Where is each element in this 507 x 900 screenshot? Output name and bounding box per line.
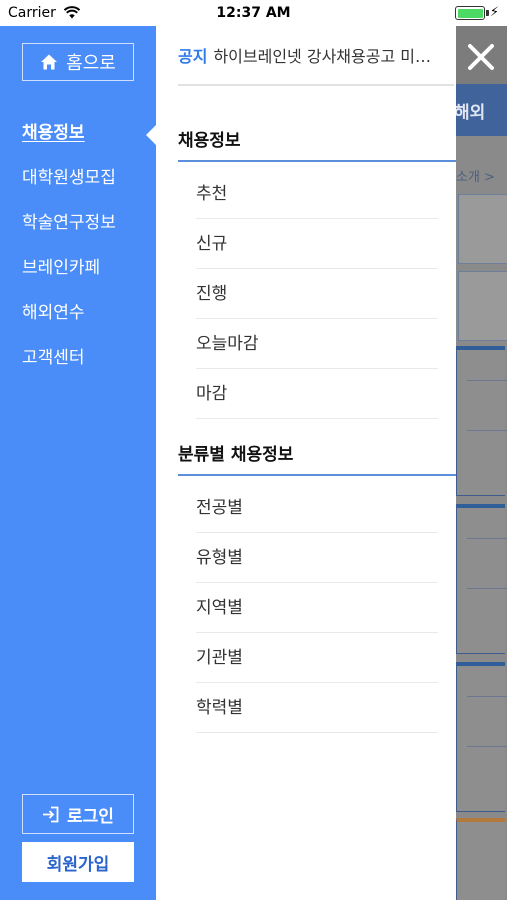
active-item-pointer xyxy=(146,125,156,145)
home-button[interactable]: 홈으로 xyxy=(22,43,134,81)
battery-level xyxy=(457,8,483,18)
recruit-menu: 추천 신규 진행 오늘마감 마감 xyxy=(196,169,438,419)
home-button-label: 홈으로 xyxy=(66,53,116,74)
background-card xyxy=(458,194,507,264)
menu-item-by-type[interactable]: 유형별 xyxy=(196,533,438,583)
background-intro-link: 소개 > xyxy=(456,170,495,185)
background-card xyxy=(458,271,507,341)
battery-icon xyxy=(455,6,485,20)
menu-item-recommended[interactable]: 추천 xyxy=(196,169,438,219)
background-panel xyxy=(456,346,507,496)
battery-tip xyxy=(486,10,489,16)
login-button-label: 로그인 xyxy=(67,806,114,827)
charging-icon: ⚡ xyxy=(489,5,499,20)
menu-item-by-major[interactable]: 전공별 xyxy=(196,483,438,533)
menu-item-ongoing[interactable]: 진행 xyxy=(196,269,438,319)
menu-item-new[interactable]: 신규 xyxy=(196,219,438,269)
section-divider xyxy=(178,160,456,162)
category-menu: 전공별 유형별 지역별 기관별 학력별 xyxy=(196,483,438,733)
menu-item-by-education[interactable]: 학력별 xyxy=(196,683,438,733)
notice-divider xyxy=(178,84,454,86)
background-nav-text: 해외 xyxy=(456,103,486,123)
sidebar-item-grad-recruit[interactable]: 대학원생모집 xyxy=(22,167,116,212)
background-panel xyxy=(456,818,505,900)
notice-tag: 공지 xyxy=(178,47,208,66)
background-navbar: 해외 xyxy=(456,84,507,136)
sidebar-item-overseas[interactable]: 해외연수 xyxy=(22,302,116,347)
menu-item-closed[interactable]: 마감 xyxy=(196,369,438,419)
status-bar: Carrier 12:37 AM ⚡ xyxy=(0,0,507,26)
background-panel xyxy=(456,662,507,812)
signup-button[interactable]: 회원가입 xyxy=(22,842,134,882)
background-app-overlay[interactable]: 해외 소개 > xyxy=(456,26,507,900)
menu-item-closing-today[interactable]: 오늘마감 xyxy=(196,319,438,369)
sidebar-item-recruit[interactable]: 채용정보 xyxy=(22,122,116,167)
sidebar: 홈으로 채용정보 대학원생모집 학술연구정보 브레인카페 해외연수 고객센터 로… xyxy=(0,26,156,900)
signup-button-label: 회원가입 xyxy=(46,854,110,875)
section-title-recruit: 채용정보 xyxy=(178,131,241,151)
section-title-by-category: 분류별 채용정보 xyxy=(178,445,294,465)
section-divider xyxy=(178,474,456,476)
sidebar-item-research-info[interactable]: 학술연구정보 xyxy=(22,212,116,257)
clock: 12:37 AM xyxy=(216,5,291,21)
background-panel xyxy=(456,504,507,654)
notice-text: 하이브레인넷 강사채용공고 미… xyxy=(213,47,431,66)
sidebar-item-support[interactable]: 고객센터 xyxy=(22,347,116,392)
login-icon xyxy=(43,806,59,822)
close-icon[interactable] xyxy=(466,42,496,72)
menu-panel: 공지 하이브레인넷 강사채용공고 미… 채용정보 추천 신규 진행 오늘마감 마감… xyxy=(156,26,456,900)
notice-banner[interactable]: 공지 하이브레인넷 강사채용공고 미… xyxy=(178,43,454,67)
menu-item-by-institution[interactable]: 기관별 xyxy=(196,633,438,683)
sidebar-item-brain-cafe[interactable]: 브레인카페 xyxy=(22,257,116,302)
menu-item-by-region[interactable]: 지역별 xyxy=(196,583,438,633)
login-button[interactable]: 로그인 xyxy=(22,794,134,834)
home-icon xyxy=(41,54,58,70)
sidebar-nav: 채용정보 대학원생모집 학술연구정보 브레인카페 해외연수 고객센터 xyxy=(22,122,116,392)
